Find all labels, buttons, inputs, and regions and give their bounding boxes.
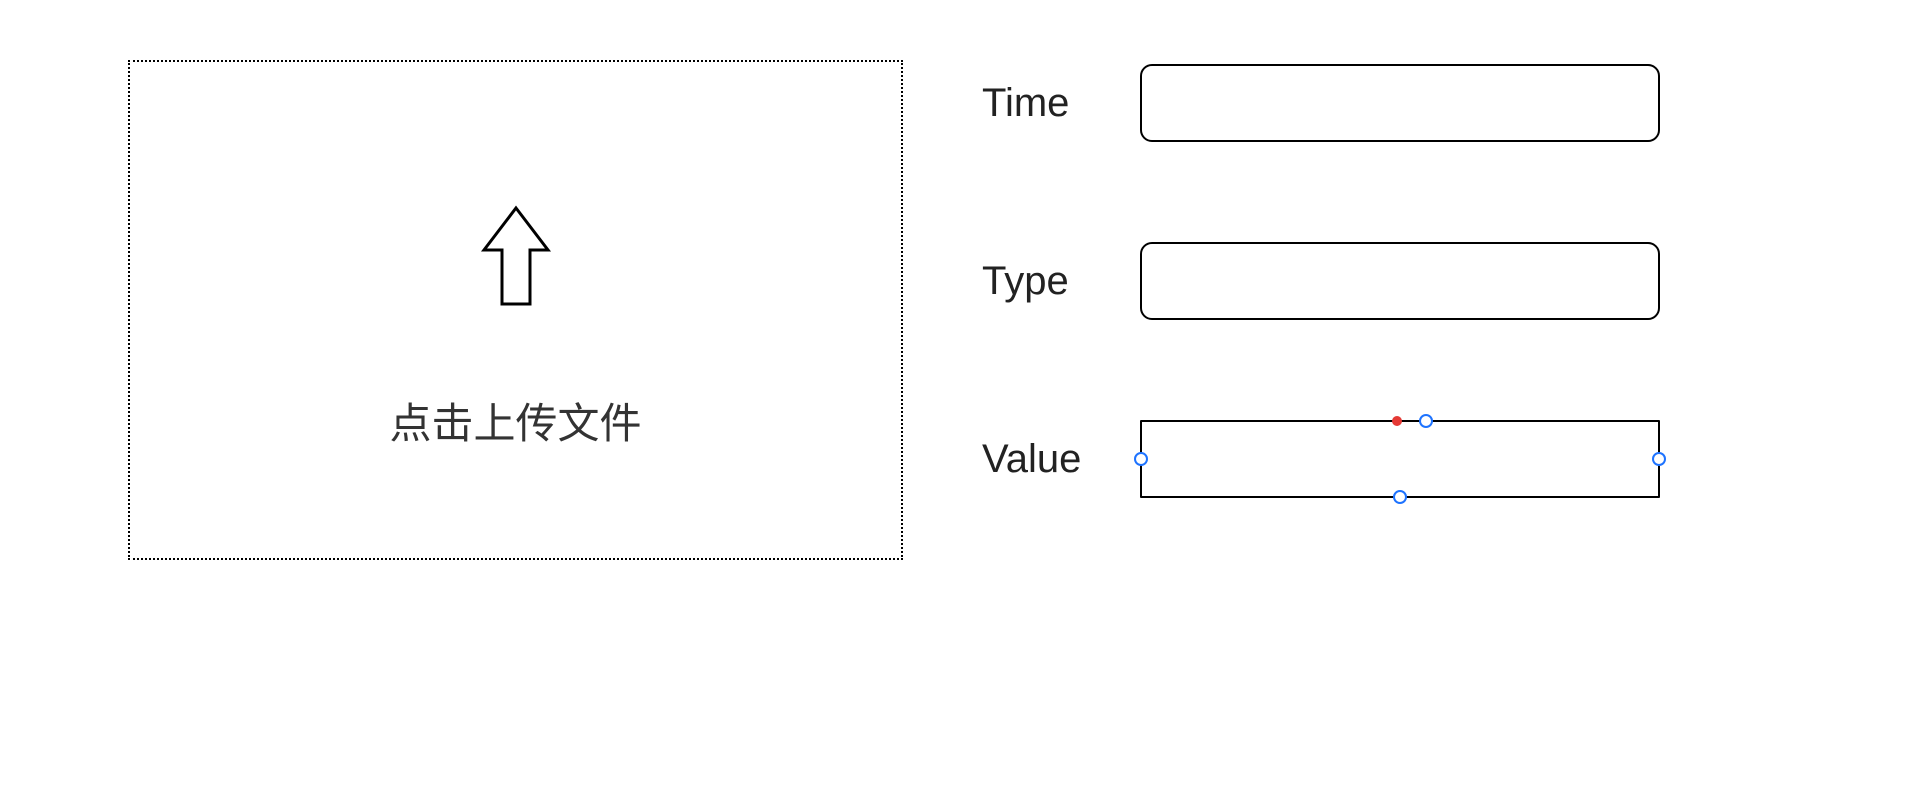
upload-dropzone[interactable]: 点击上传文件	[128, 60, 903, 560]
selection-handle-top-icon[interactable]	[1419, 414, 1433, 428]
time-label: Time	[970, 81, 1140, 126]
upload-arrow-icon	[476, 200, 556, 320]
time-input[interactable]	[1140, 64, 1660, 142]
selection-handle-bottom-icon[interactable]	[1393, 490, 1407, 504]
form-area: Time Type Value	[970, 64, 1690, 598]
field-row-type: Type	[970, 242, 1690, 320]
selection-rotate-dot-icon	[1392, 416, 1402, 426]
value-label: Value	[970, 437, 1140, 482]
type-label: Type	[970, 259, 1140, 304]
type-input[interactable]	[1140, 242, 1660, 320]
value-input[interactable]	[1140, 420, 1660, 498]
upload-label: 点击上传文件	[389, 390, 641, 451]
selection-handle-left-icon[interactable]	[1134, 452, 1148, 466]
field-row-value: Value	[970, 420, 1690, 498]
selection-handle-right-icon[interactable]	[1652, 452, 1666, 466]
field-row-time: Time	[970, 64, 1690, 142]
